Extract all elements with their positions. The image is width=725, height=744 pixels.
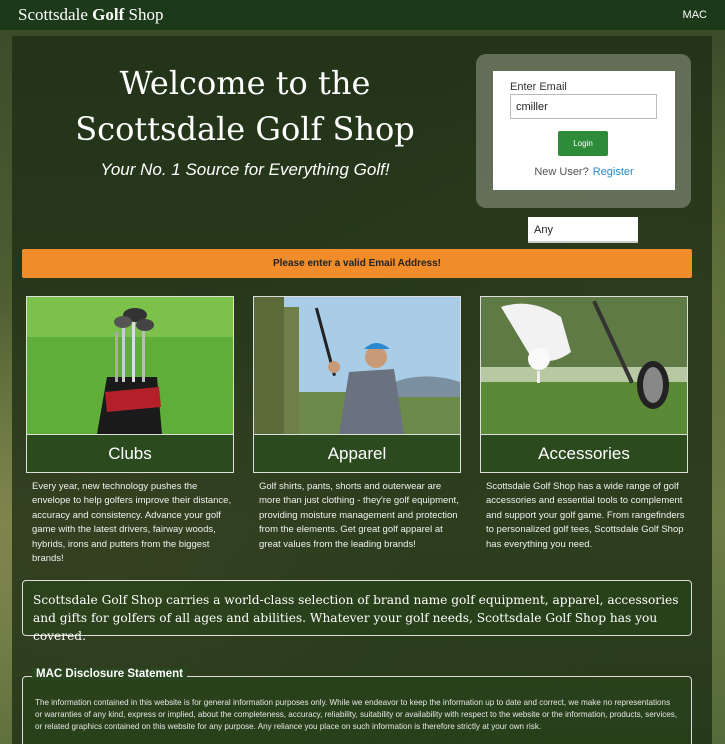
card-apparel[interactable]: Apparel [253, 296, 461, 473]
register-link[interactable]: Register [593, 166, 634, 178]
brand-logo[interactable]: Scottsdale Golf Shop [18, 5, 163, 25]
card-description: Golf shirts, pants, shorts and outerwear… [259, 481, 459, 550]
nav-mac-link[interactable]: MAC [683, 9, 707, 21]
hero-title: Welcome to the Scottsdale Golf Shop [75, 64, 415, 148]
card-clubs[interactable]: Clubs [26, 296, 234, 473]
error-alert: Please enter a valid Email Address! [22, 249, 692, 278]
card-description: Every year, new technology pushes the en… [32, 481, 232, 565]
email-input[interactable] [510, 94, 657, 119]
disclosure-title: MAC Disclosure Statement [32, 668, 187, 680]
hero-subtitle: Your No. 1 Source for Everything Golf! [100, 160, 390, 179]
card-title: Apparel [254, 434, 460, 472]
accessories-image [481, 297, 687, 434]
clubs-image [27, 297, 233, 434]
about-text: Scottsdale Golf Shop carries a world-cla… [22, 580, 692, 643]
card-accessories[interactable]: Accessories [480, 296, 688, 473]
disclosure-box: The information contained in this websit… [22, 676, 692, 744]
apparel-image [254, 297, 460, 434]
card-description: Scottsdale Golf Shop has a wide range of… [486, 481, 685, 550]
login-button[interactable]: Login [558, 131, 608, 156]
new-user-label: New User? [534, 166, 589, 178]
new-user-row: New User? Register [493, 166, 675, 178]
brand-prefix: Scottsdale [18, 5, 88, 24]
brand-bold: Golf [92, 5, 125, 24]
top-navbar: Scottsdale Golf Shop MAC [0, 0, 725, 30]
email-label: Enter Email [510, 81, 567, 93]
card-title: Accessories [481, 434, 687, 472]
card-title: Clubs [27, 434, 233, 472]
disclosure-text: The information contained in this websit… [35, 698, 678, 731]
category-select[interactable]: Any [528, 217, 638, 243]
brand-suffix: Shop [128, 5, 164, 24]
